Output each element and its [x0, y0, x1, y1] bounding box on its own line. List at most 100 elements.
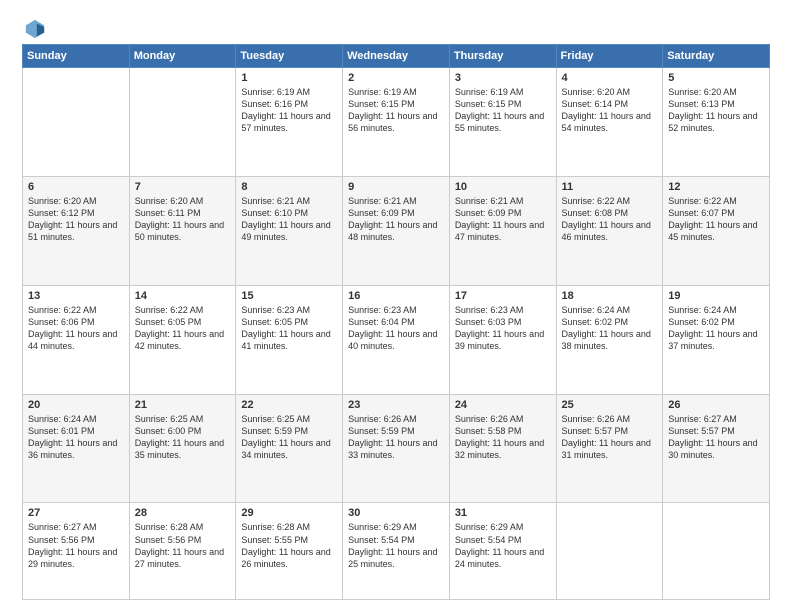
day-info: Sunrise: 6:23 AM Sunset: 6:04 PM Dayligh…: [348, 304, 444, 353]
weekday-thursday: Thursday: [449, 45, 556, 68]
day-number: 21: [135, 399, 231, 411]
day-number: 16: [348, 290, 444, 302]
day-number: 13: [28, 290, 124, 302]
day-number: 11: [562, 181, 658, 193]
day-info: Sunrise: 6:24 AM Sunset: 6:02 PM Dayligh…: [562, 304, 658, 353]
day-info: Sunrise: 6:19 AM Sunset: 6:15 PM Dayligh…: [455, 86, 551, 135]
day-info: Sunrise: 6:29 AM Sunset: 5:54 PM Dayligh…: [348, 521, 444, 570]
day-cell: [663, 503, 770, 600]
day-number: 26: [668, 399, 764, 411]
day-cell: 28 Sunrise: 6:28 AM Sunset: 5:56 PM Dayli…: [129, 503, 236, 600]
day-number: 8: [241, 181, 337, 193]
day-cell: 17 Sunrise: 6:23 AM Sunset: 6:03 PM Dayli…: [449, 285, 556, 394]
day-number: 24: [455, 399, 551, 411]
day-number: 9: [348, 181, 444, 193]
day-number: 31: [455, 507, 551, 519]
day-info: Sunrise: 6:23 AM Sunset: 6:05 PM Dayligh…: [241, 304, 337, 353]
day-number: 29: [241, 507, 337, 519]
weekday-header-row: SundayMondayTuesdayWednesdayThursdayFrid…: [23, 45, 770, 68]
day-number: 30: [348, 507, 444, 519]
day-info: Sunrise: 6:28 AM Sunset: 5:56 PM Dayligh…: [135, 521, 231, 570]
day-cell: 8 Sunrise: 6:21 AM Sunset: 6:10 PM Daylig…: [236, 176, 343, 285]
day-info: Sunrise: 6:24 AM Sunset: 6:01 PM Dayligh…: [28, 413, 124, 462]
day-number: 14: [135, 290, 231, 302]
day-info: Sunrise: 6:22 AM Sunset: 6:08 PM Dayligh…: [562, 195, 658, 244]
week-row-4: 20 Sunrise: 6:24 AM Sunset: 6:01 PM Dayli…: [23, 394, 770, 503]
weekday-tuesday: Tuesday: [236, 45, 343, 68]
day-number: 6: [28, 181, 124, 193]
day-number: 18: [562, 290, 658, 302]
day-info: Sunrise: 6:29 AM Sunset: 5:54 PM Dayligh…: [455, 521, 551, 570]
day-cell: [23, 68, 130, 177]
day-cell: 5 Sunrise: 6:20 AM Sunset: 6:13 PM Daylig…: [663, 68, 770, 177]
day-cell: [129, 68, 236, 177]
weekday-monday: Monday: [129, 45, 236, 68]
day-number: 1: [241, 72, 337, 84]
day-info: Sunrise: 6:27 AM Sunset: 5:56 PM Dayligh…: [28, 521, 124, 570]
day-cell: 31 Sunrise: 6:29 AM Sunset: 5:54 PM Dayli…: [449, 503, 556, 600]
weekday-saturday: Saturday: [663, 45, 770, 68]
day-number: 12: [668, 181, 764, 193]
day-cell: 22 Sunrise: 6:25 AM Sunset: 5:59 PM Dayli…: [236, 394, 343, 503]
day-cell: [556, 503, 663, 600]
day-number: 5: [668, 72, 764, 84]
day-info: Sunrise: 6:22 AM Sunset: 6:07 PM Dayligh…: [668, 195, 764, 244]
day-cell: 27Sunrise: 6:27 AM Sunset: 5:56 PM Dayli…: [23, 503, 130, 600]
week-row-3: 13Sunrise: 6:22 AM Sunset: 6:06 PM Dayli…: [23, 285, 770, 394]
day-number: 17: [455, 290, 551, 302]
day-cell: 25 Sunrise: 6:26 AM Sunset: 5:57 PM Dayli…: [556, 394, 663, 503]
weekday-wednesday: Wednesday: [343, 45, 450, 68]
logo: [22, 18, 46, 36]
day-number: 15: [241, 290, 337, 302]
day-info: Sunrise: 6:21 AM Sunset: 6:09 PM Dayligh…: [455, 195, 551, 244]
day-cell: 20 Sunrise: 6:24 AM Sunset: 6:01 PM Dayli…: [23, 394, 130, 503]
day-cell: 24 Sunrise: 6:26 AM Sunset: 5:58 PM Dayli…: [449, 394, 556, 503]
day-info: Sunrise: 6:26 AM Sunset: 5:58 PM Dayligh…: [455, 413, 551, 462]
day-info: Sunrise: 6:27 AM Sunset: 5:57 PM Dayligh…: [668, 413, 764, 462]
day-number: 20: [28, 399, 124, 411]
day-info: Sunrise: 6:20 AM Sunset: 6:13 PM Dayligh…: [668, 86, 764, 135]
weekday-friday: Friday: [556, 45, 663, 68]
day-cell: 6Sunrise: 6:20 AM Sunset: 6:12 PM Daylig…: [23, 176, 130, 285]
day-number: 19: [668, 290, 764, 302]
day-cell: 23 Sunrise: 6:26 AM Sunset: 5:59 PM Dayli…: [343, 394, 450, 503]
calendar: SundayMondayTuesdayWednesdayThursdayFrid…: [22, 44, 770, 600]
day-number: 2: [348, 72, 444, 84]
day-cell: 10 Sunrise: 6:21 AM Sunset: 6:09 PM Dayli…: [449, 176, 556, 285]
day-info: Sunrise: 6:21 AM Sunset: 6:10 PM Dayligh…: [241, 195, 337, 244]
day-number: 3: [455, 72, 551, 84]
day-info: Sunrise: 6:25 AM Sunset: 5:59 PM Dayligh…: [241, 413, 337, 462]
day-info: Sunrise: 6:19 AM Sunset: 6:15 PM Dayligh…: [348, 86, 444, 135]
day-cell: 30 Sunrise: 6:29 AM Sunset: 5:54 PM Dayli…: [343, 503, 450, 600]
day-cell: 13Sunrise: 6:22 AM Sunset: 6:06 PM Dayli…: [23, 285, 130, 394]
day-info: Sunrise: 6:26 AM Sunset: 5:57 PM Dayligh…: [562, 413, 658, 462]
day-cell: 12 Sunrise: 6:22 AM Sunset: 6:07 PM Dayli…: [663, 176, 770, 285]
day-number: 25: [562, 399, 658, 411]
page: SundayMondayTuesdayWednesdayThursdayFrid…: [0, 0, 792, 612]
day-info: Sunrise: 6:20 AM Sunset: 6:11 PM Dayligh…: [135, 195, 231, 244]
day-cell: 1 Sunrise: 6:19 AM Sunset: 6:16 PM Daylig…: [236, 68, 343, 177]
day-cell: 26 Sunrise: 6:27 AM Sunset: 5:57 PM Dayli…: [663, 394, 770, 503]
day-cell: 18 Sunrise: 6:24 AM Sunset: 6:02 PM Dayli…: [556, 285, 663, 394]
day-number: 4: [562, 72, 658, 84]
day-info: Sunrise: 6:26 AM Sunset: 5:59 PM Dayligh…: [348, 413, 444, 462]
day-cell: 21Sunrise: 6:25 AM Sunset: 6:00 PM Dayli…: [129, 394, 236, 503]
day-number: 23: [348, 399, 444, 411]
day-info: Sunrise: 6:21 AM Sunset: 6:09 PM Dayligh…: [348, 195, 444, 244]
day-cell: 2 Sunrise: 6:19 AM Sunset: 6:15 PM Daylig…: [343, 68, 450, 177]
day-info: Sunrise: 6:23 AM Sunset: 6:03 PM Dayligh…: [455, 304, 551, 353]
day-cell: 14Sunrise: 6:22 AM Sunset: 6:05 PM Dayli…: [129, 285, 236, 394]
day-number: 7: [135, 181, 231, 193]
day-number: 28: [135, 507, 231, 519]
week-row-1: 1 Sunrise: 6:19 AM Sunset: 6:16 PM Daylig…: [23, 68, 770, 177]
day-number: 10: [455, 181, 551, 193]
day-cell: 3 Sunrise: 6:19 AM Sunset: 6:15 PM Daylig…: [449, 68, 556, 177]
day-number: 22: [241, 399, 337, 411]
day-cell: 7 Sunrise: 6:20 AM Sunset: 6:11 PM Daylig…: [129, 176, 236, 285]
header: [22, 18, 770, 36]
day-cell: 4Sunrise: 6:20 AM Sunset: 6:14 PM Daylig…: [556, 68, 663, 177]
day-info: Sunrise: 6:19 AM Sunset: 6:16 PM Dayligh…: [241, 86, 337, 135]
day-cell: 29 Sunrise: 6:28 AM Sunset: 5:55 PM Dayli…: [236, 503, 343, 600]
week-row-2: 6Sunrise: 6:20 AM Sunset: 6:12 PM Daylig…: [23, 176, 770, 285]
day-info: Sunrise: 6:28 AM Sunset: 5:55 PM Dayligh…: [241, 521, 337, 570]
